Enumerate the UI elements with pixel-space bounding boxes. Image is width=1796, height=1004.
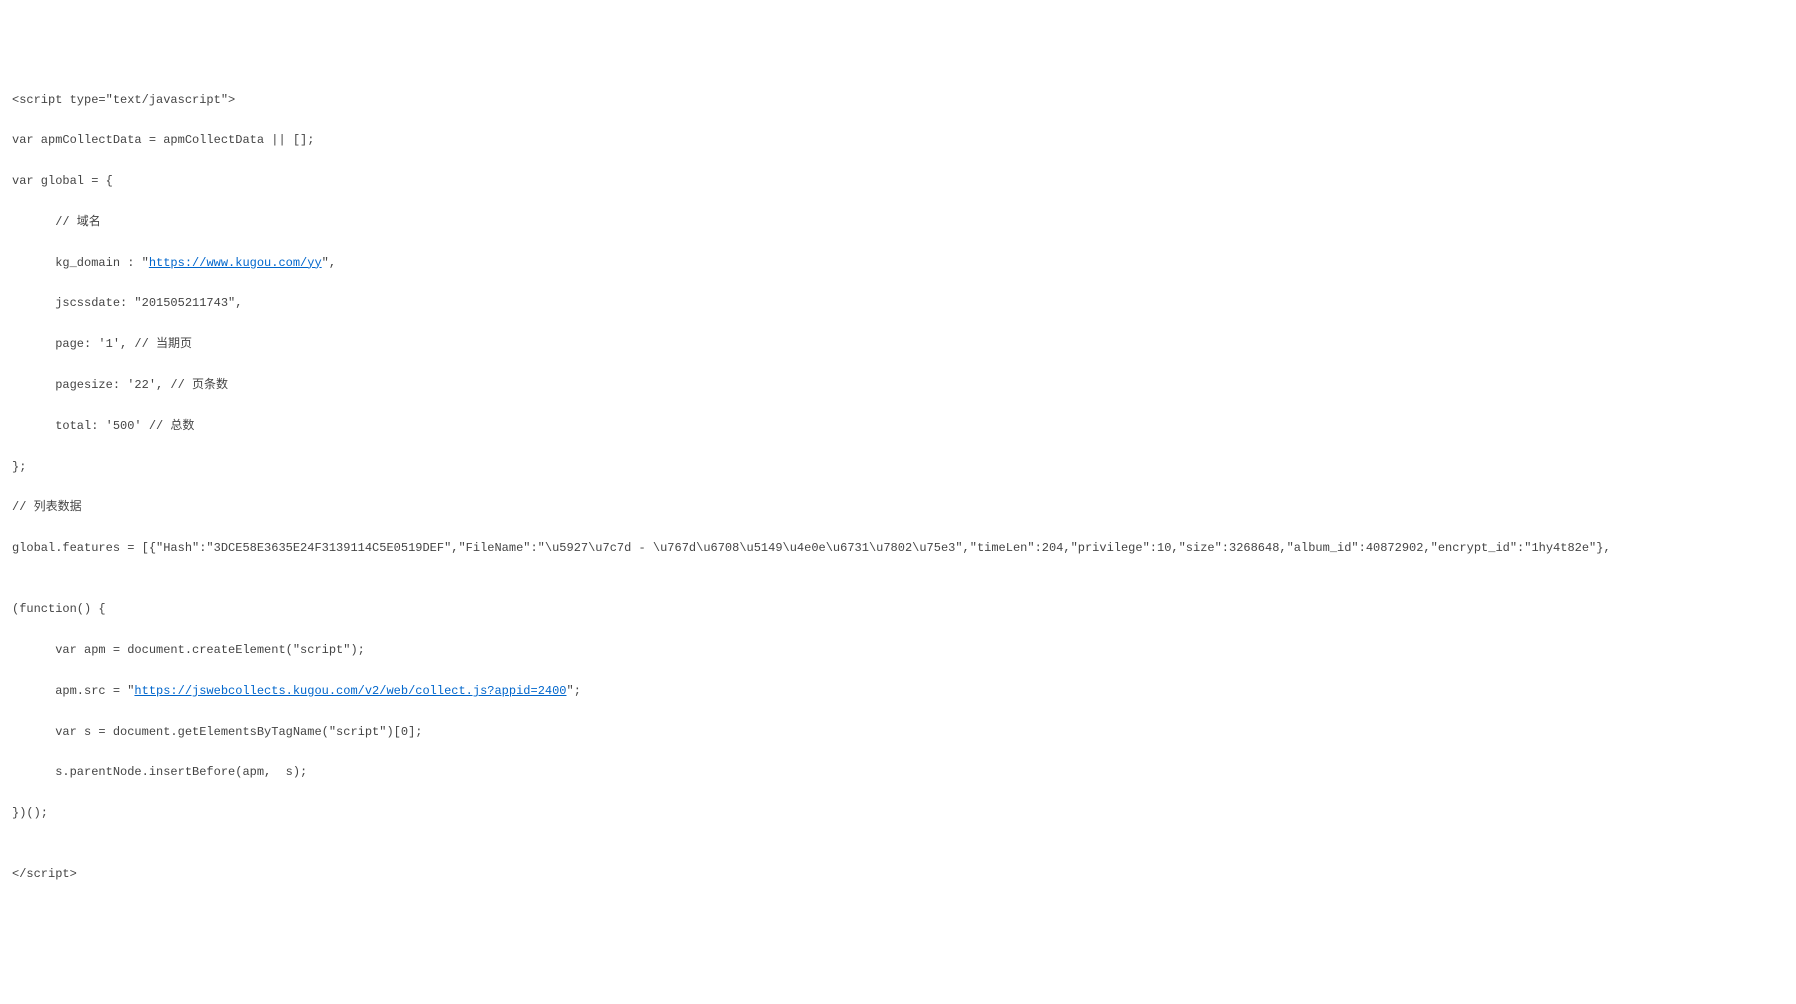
kg-domain-url-link[interactable]: https://www.kugou.com/yy <box>149 256 322 270</box>
code-line-21-end-script: </script> <box>12 864 1784 884</box>
code-line-18: s.parentNode.insertBefore(apm, s); <box>12 762 1784 782</box>
apm-src-url-link[interactable]: https://jswebcollects.kugou.com/v2/web/c… <box>134 684 566 698</box>
code-line-9-total: total: '500' // 总数 <box>12 416 1784 436</box>
code-line-17: var s = document.getElementsByTagName("s… <box>12 722 1784 742</box>
code-line-14: (function() { <box>12 599 1784 619</box>
code-line-19: })(); <box>12 803 1784 823</box>
code-line-7-page: page: '1', // 当期页 <box>12 334 1784 354</box>
code-line-6-jscssdate: jscssdate: "201505211743", <box>12 293 1784 313</box>
code-line-1: <script type="text/javascript"> <box>12 90 1784 110</box>
code-line-16-apm-src: apm.src = "https://jswebcollects.kugou.c… <box>12 681 1784 701</box>
code-line-11-comment-list: // 列表数据 <box>12 497 1784 517</box>
code-line-16-prefix: apm.src = " <box>12 684 134 698</box>
code-line-10: }; <box>12 457 1784 477</box>
code-line-8-pagesize: pagesize: '22', // 页条数 <box>12 375 1784 395</box>
code-line-15: var apm = document.createElement("script… <box>12 640 1784 660</box>
code-line-16-suffix: "; <box>567 684 581 698</box>
code-line-5-suffix: ", <box>322 256 336 270</box>
code-line-5-kg-domain: kg_domain : "https://www.kugou.com/yy", <box>12 253 1784 273</box>
code-line-12-features: global.features = [{"Hash":"3DCE58E3635E… <box>12 538 1784 558</box>
code-line-3: var global = { <box>12 171 1784 191</box>
code-line-4-comment-domain: // 域名 <box>12 212 1784 232</box>
code-line-2: var apmCollectData = apmCollectData || [… <box>12 130 1784 150</box>
code-line-5-prefix: kg_domain : " <box>12 256 149 270</box>
